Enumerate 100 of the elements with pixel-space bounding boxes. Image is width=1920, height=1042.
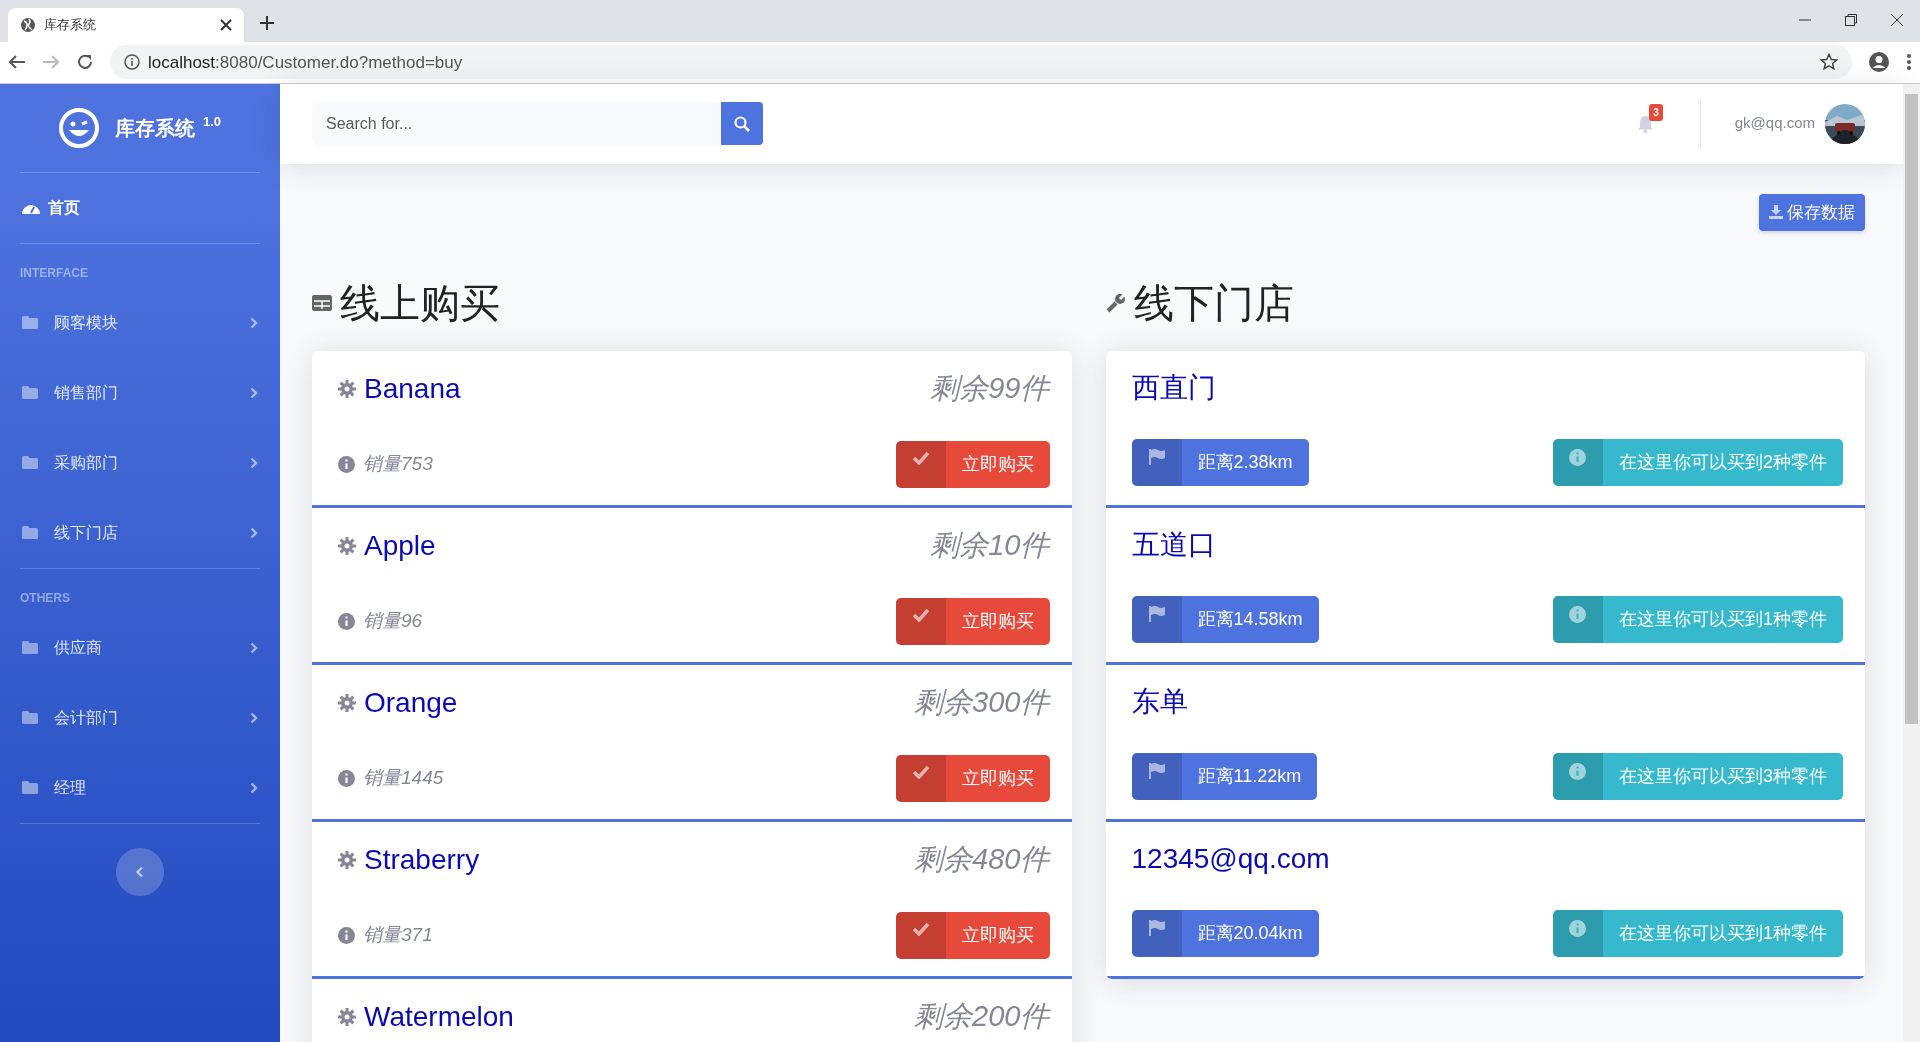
distance-button[interactable]: 距离11.22km	[1131, 753, 1318, 801]
flag-icon	[1148, 606, 1165, 623]
product-name[interactable]: Orange	[364, 682, 458, 724]
section-heading: INTERFACE	[19, 264, 89, 282]
remaining-stock: 剩余480件	[914, 842, 1050, 878]
sidebar-item[interactable]: 顾客模块	[0, 287, 280, 358]
folder-icon	[22, 316, 38, 330]
new-tab-icon[interactable]	[260, 16, 274, 30]
home-nav-item[interactable]: 首页	[0, 172, 280, 243]
sidebar-item[interactable]: 经理	[0, 752, 280, 823]
info-icon	[338, 769, 355, 787]
info-icon	[1569, 763, 1587, 781]
user-email[interactable]: gk@qq.com	[1734, 112, 1815, 135]
remaining-stock: 剩余99件	[930, 371, 1050, 407]
remaining-stock: 剩余10件	[930, 528, 1050, 564]
chevron-right-icon	[250, 781, 258, 794]
buy-now-button[interactable]: 立即购买	[895, 440, 1050, 488]
folder-icon	[22, 456, 38, 470]
sidebar-item[interactable]: 线下门店	[0, 497, 280, 568]
tab-title: 库存系统	[44, 16, 97, 35]
back-icon[interactable]	[8, 54, 26, 71]
check-icon	[911, 764, 930, 779]
folder-icon	[22, 781, 38, 795]
folder-icon	[22, 711, 38, 725]
remaining-stock: 剩余300件	[914, 685, 1050, 721]
info-icon	[1569, 449, 1587, 467]
flag-icon	[1148, 763, 1165, 780]
gear-icon	[338, 851, 356, 869]
buy-now-button[interactable]: 立即购买	[895, 754, 1050, 802]
notification-count: 3	[1649, 103, 1663, 121]
reload-icon[interactable]	[76, 53, 94, 72]
sales-count: 销量1445	[363, 766, 444, 790]
remaining-stock: 剩余200件	[914, 999, 1050, 1035]
menu-icon[interactable]	[1906, 53, 1912, 72]
bell-icon[interactable]	[1636, 114, 1654, 134]
section-title: 线上购买	[340, 280, 500, 328]
product-name[interactable]: Watermelon	[364, 996, 514, 1038]
info-icon	[338, 455, 355, 473]
store-name[interactable]: 西直门	[1131, 367, 1216, 410]
chevron-left-icon	[136, 866, 144, 879]
product-name[interactable]: Straberry	[364, 839, 480, 881]
gear-icon	[338, 537, 356, 555]
flag-icon	[1148, 920, 1165, 937]
gear-icon	[338, 1008, 356, 1026]
browser-tab[interactable]: 库存系统	[8, 8, 244, 42]
flag-icon	[1148, 449, 1165, 466]
search-button[interactable]	[721, 102, 763, 146]
chevron-right-icon	[250, 316, 258, 329]
section-title: 线下门店	[1133, 280, 1294, 328]
folder-icon	[22, 526, 38, 540]
brand-name: 库存系统	[114, 115, 195, 141]
sidebar-item[interactable]: 销售部门	[0, 357, 280, 428]
star-icon[interactable]	[1820, 53, 1838, 72]
info-icon	[124, 54, 140, 71]
sidebar-toggle-button[interactable]	[116, 847, 164, 896]
check-icon	[911, 450, 930, 465]
laughing-face-icon	[58, 107, 99, 148]
search-icon	[734, 115, 750, 132]
buy-now-button[interactable]: 立即购买	[895, 911, 1050, 959]
sidebar-item[interactable]: 采购部门	[0, 427, 280, 498]
sales-count: 销量753	[363, 452, 433, 476]
parts-info-button[interactable]: 在这里你可以买到1种零件	[1553, 910, 1843, 958]
close-icon[interactable]	[220, 19, 232, 31]
distance-button[interactable]: 距离20.04km	[1131, 910, 1319, 958]
sidebar-item[interactable]: 供应商	[0, 612, 280, 683]
store-name[interactable]: 12345@qq.com	[1131, 838, 1330, 881]
download-icon	[1769, 205, 1783, 220]
gear-icon	[338, 380, 356, 398]
parts-info-button[interactable]: 在这里你可以买到3种零件	[1553, 753, 1843, 801]
account-icon[interactable]	[1868, 51, 1890, 74]
distance-button[interactable]: 距离14.58km	[1131, 596, 1319, 644]
section-heading: OTHERS	[19, 589, 71, 607]
chevron-right-icon	[250, 456, 258, 469]
store-name[interactable]: 五道口	[1131, 524, 1216, 567]
table-icon	[312, 295, 332, 312]
info-icon	[338, 612, 355, 630]
sales-count: 销量96	[363, 609, 423, 633]
sidebar-item[interactable]: 会计部门	[0, 682, 280, 753]
product-name[interactable]: Banana	[364, 368, 461, 410]
info-icon	[1569, 606, 1587, 624]
folder-icon	[22, 641, 38, 655]
buy-now-button[interactable]: 立即购买	[895, 597, 1050, 645]
save-data-button[interactable]: 保存数据	[1759, 193, 1865, 232]
gear-icon	[338, 694, 356, 712]
parts-info-button[interactable]: 在这里你可以买到1种零件	[1553, 596, 1843, 644]
parts-info-button[interactable]: 在这里你可以买到2种零件	[1553, 439, 1843, 487]
check-icon	[911, 607, 930, 622]
address-field[interactable]: localhost:8080/Customer.do?method=buy	[110, 45, 1852, 80]
version-label: 1.0	[202, 112, 222, 131]
store-name[interactable]: 东单	[1131, 681, 1188, 724]
info-icon	[338, 926, 355, 944]
wrench-icon	[1105, 293, 1126, 314]
scrollbar-thumb[interactable]	[1905, 93, 1918, 724]
sales-count: 销量371	[363, 923, 433, 947]
folder-icon	[22, 386, 38, 400]
product-name[interactable]: Apple	[364, 525, 436, 567]
distance-button[interactable]: 距离2.38km	[1131, 439, 1309, 487]
chevron-right-icon	[250, 386, 258, 399]
info-icon	[1569, 920, 1587, 938]
chevron-right-icon	[250, 711, 258, 724]
